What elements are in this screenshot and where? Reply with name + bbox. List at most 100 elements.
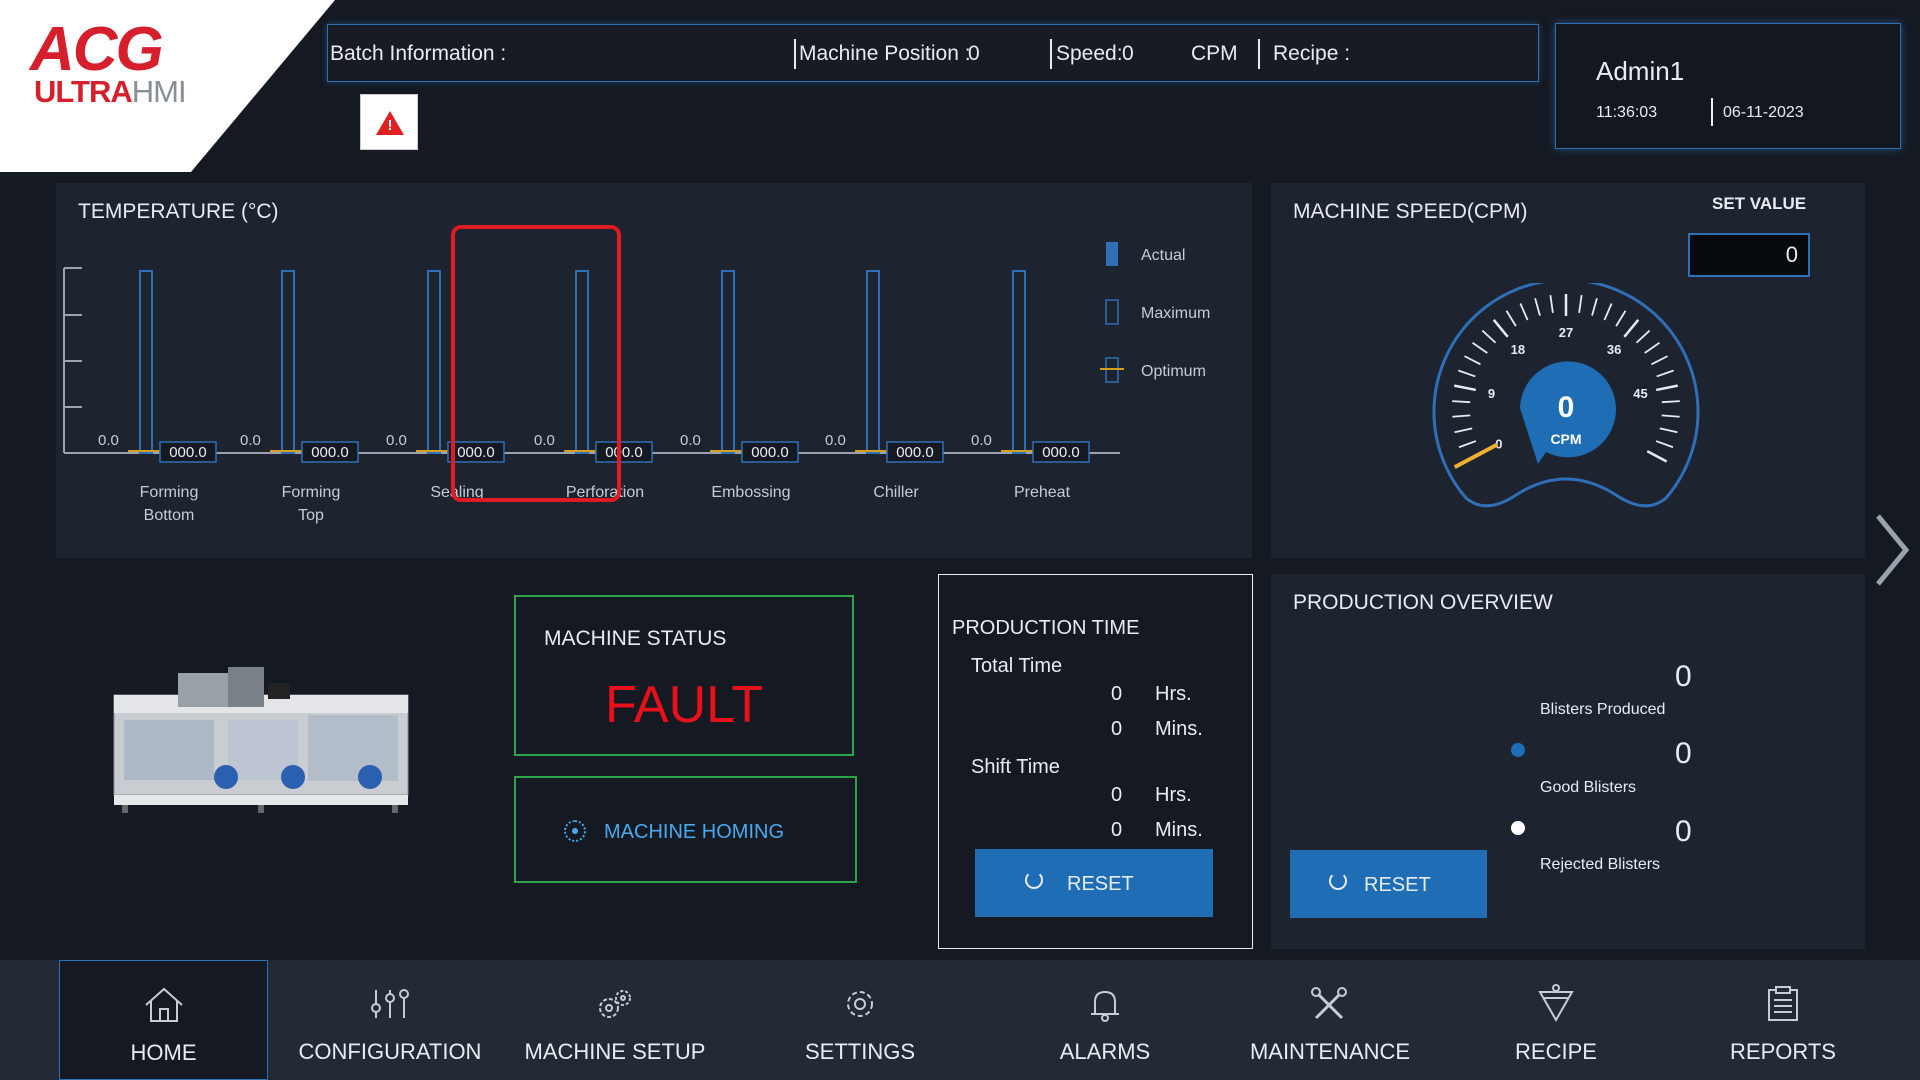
next-page-arrow-icon[interactable] [1872, 512, 1912, 588]
gauge-tick [1458, 369, 1476, 378]
machine-status-value: FAULT [605, 676, 763, 734]
zone-actual-value: 0.0 [825, 432, 846, 449]
shift-time-label: Shift Time [971, 756, 1060, 778]
mins-unit: Mins. [1155, 819, 1203, 841]
header-separator [1050, 39, 1052, 69]
zone-actual-value: 0.0 [971, 432, 992, 449]
gauge-unit: CPM [1550, 431, 1581, 447]
zone-name-label: Forming [282, 484, 341, 501]
machine-position-value: 0 [968, 42, 980, 65]
gauge-value: 0 [1558, 391, 1575, 424]
gauge-scale-label: 45 [1633, 386, 1647, 401]
gauge-tick [1651, 355, 1668, 366]
temperature-panel: TEMPERATURE (°C) 0.0 000.0 Forming Bottom 0.… [56, 183, 1252, 558]
gauge-tick [1623, 319, 1640, 338]
nav-home-label: HOME [130, 1040, 197, 1065]
zone-setpoint-value: 000.0 [751, 444, 789, 461]
production-time-title: PRODUCTION TIME [952, 617, 1140, 639]
nav-home[interactable]: HOME [59, 960, 268, 1080]
gears-icon [599, 990, 631, 1018]
recipe-label: Recipe : [1273, 42, 1351, 65]
gauge-tick [1656, 369, 1674, 378]
gauge-scale-label: 9 [1488, 386, 1495, 401]
gauge-tick [1452, 414, 1471, 418]
batch-info-label: Batch Information : [330, 42, 507, 65]
zone-actual-value: 0.0 [386, 432, 407, 449]
production-overview-reset-button[interactable]: RESET [1290, 850, 1487, 918]
machine-speed-title: MACHINE SPEED(CPM) [1293, 200, 1528, 223]
nav-configuration[interactable]: CONFIGURATION [290, 960, 490, 1080]
clock-date: 06-11-2023 [1723, 104, 1804, 121]
total-time-mins: 0 [1111, 718, 1123, 740]
alarm-warning-button[interactable]: ! [360, 94, 418, 150]
nav-configuration-label: CONFIGURATION [298, 1039, 482, 1064]
gauge-tick [1452, 400, 1471, 404]
gauge-tick [1655, 384, 1679, 392]
good-blisters-value: 0 [1675, 737, 1692, 770]
gauge-tick [1603, 303, 1613, 321]
nav-settings[interactable]: SETTINGS [760, 960, 960, 1080]
gauge-tick [1661, 414, 1680, 418]
gauge-tick [1655, 440, 1674, 449]
temperature-bar-chart: 0.0 000.0 Forming Bottom 0.0 000.0 Forming Top 0… [63, 242, 1210, 524]
nav-recipe[interactable]: RECIPE [1456, 960, 1656, 1080]
zone-setpoint-value: 000.0 [896, 444, 934, 461]
gauge-tick [1454, 427, 1473, 434]
gauge-tick [1615, 310, 1627, 327]
speed-gauge: 09182736450CPM [1432, 283, 1700, 508]
home-icon [145, 987, 183, 1022]
sliders-icon [371, 989, 409, 1018]
zone-setpoint-value: 000.0 [311, 444, 349, 461]
shift-time-mins: 0 [1111, 819, 1123, 841]
machine-status-box: MACHINE STATUS FAULT [514, 595, 854, 756]
gauge-tick [1661, 400, 1680, 404]
gauge-tick [1534, 298, 1541, 316]
speed-value: 0 [1122, 42, 1134, 65]
gauge-tick [1591, 298, 1598, 316]
gauge-tick [1505, 310, 1517, 327]
clipboard-icon [1768, 986, 1798, 1021]
legend-maximum-swatch [1105, 299, 1119, 325]
bell-icon [1091, 990, 1119, 1022]
gauge-tick [1481, 329, 1497, 344]
good-blisters-dot [1511, 743, 1525, 757]
recipe-icon [1538, 984, 1574, 1023]
zone-max-bar [721, 270, 735, 454]
sealing-highlight-box [451, 225, 621, 502]
zone-name-label: Bottom [144, 507, 195, 524]
gauge-tick [1464, 355, 1481, 366]
user-separator [1711, 98, 1713, 126]
nav-reports[interactable]: REPORTS [1683, 960, 1883, 1080]
blisters-produced-label: Blisters Produced [1540, 701, 1666, 718]
set-value-input[interactable] [1688, 233, 1810, 277]
gauge-tick [1549, 294, 1554, 314]
machine-homing-button[interactable]: MACHINE HOMING [514, 776, 857, 883]
zone-max-bar [281, 270, 295, 454]
production-overview-panel: PRODUCTION OVERVIEW 0 Blisters Produced … [1271, 574, 1865, 949]
user-panel: Admin1 11:36:03 06-11-2023 [1555, 23, 1901, 149]
nav-settings-label: SETTINGS [804, 1039, 915, 1064]
nav-alarms-label: ALARMS [1059, 1039, 1151, 1064]
zone-max-bar [866, 270, 880, 454]
production-time-reset-button[interactable]: RESET [975, 849, 1213, 917]
zone-setpoint-value: 000.0 [1042, 444, 1080, 461]
zone-max-bar [139, 270, 153, 454]
gauge-scale-label: 36 [1607, 342, 1621, 357]
reset-icon [1025, 871, 1043, 889]
zone-actual-value: 0.0 [680, 432, 701, 449]
tools-icon [1311, 987, 1347, 1020]
blisters-produced-value: 0 [1675, 660, 1692, 693]
nav-reports-label: REPORTS [1730, 1039, 1836, 1064]
gauge-scale-label: 27 [1559, 325, 1573, 340]
nav-machine-setup[interactable]: MACHINE SETUP [515, 960, 715, 1080]
legend-label: Maximum [1141, 305, 1210, 322]
nav-alarms[interactable]: ALARMS [1005, 960, 1205, 1080]
set-value-label: SET VALUE [1712, 194, 1807, 213]
production-time-panel: PRODUCTION TIME Total Time 0 Hrs. 0 Mins… [938, 574, 1253, 949]
gauge-tick [1659, 427, 1678, 434]
machine-homing-label: MACHINE HOMING [604, 821, 784, 843]
zone-setpoint-value: 000.0 [169, 444, 207, 461]
nav-maintenance[interactable]: MAINTENANCE [1230, 960, 1430, 1080]
nav-recipe-label: RECIPE [1515, 1039, 1597, 1064]
zone-name-label: Top [298, 507, 324, 524]
